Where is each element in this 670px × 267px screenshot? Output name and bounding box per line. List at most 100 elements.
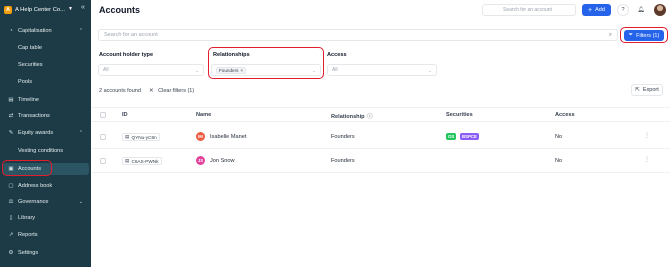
results-count: 2 accounts found xyxy=(99,88,141,94)
table-row[interactable]: ▤ C6AS-PWNk JS Jon Snow Founders No ⋮ xyxy=(91,149,670,173)
chevron-up-icon: ⌃ xyxy=(78,130,83,136)
sidebar-item-label: Settings xyxy=(18,250,39,256)
plus-icon: + xyxy=(588,6,593,14)
select-all-checkbox[interactable] xyxy=(100,112,106,118)
export-label: Export xyxy=(642,87,659,93)
account-id-value: C6AS-PWNk xyxy=(131,158,159,164)
row-menu-icon[interactable]: ⋮ xyxy=(644,132,650,139)
calendar-icon: ▤ xyxy=(8,97,14,103)
account-id[interactable]: ▤ QYNu-yC8n xyxy=(122,133,160,141)
holder-type-select[interactable]: All ⌄ xyxy=(98,64,204,76)
holder-type-value: All xyxy=(103,67,109,73)
add-button-label: Add xyxy=(595,7,605,13)
sidebar-item-label: Library xyxy=(18,215,36,221)
global-search-input[interactable]: Search for an account xyxy=(482,4,576,16)
help-icon[interactable]: ? xyxy=(617,4,629,16)
governance-icon: ⚖ xyxy=(8,199,14,205)
org-logo: A xyxy=(4,6,12,14)
access-value: All xyxy=(332,67,338,73)
relationship-cell: Founders xyxy=(331,134,355,140)
id-card-icon: ▤ xyxy=(125,134,130,139)
sidebar-item-vesting-conditions[interactable]: Vesting conditions xyxy=(3,145,89,157)
sidebar-item-governance[interactable]: ⚖ Governance ⌄ xyxy=(3,196,89,208)
sidebar-item-cap-table[interactable]: Cap table xyxy=(3,42,89,54)
access-cell: No xyxy=(555,158,563,164)
sidebar-item-label: Governance xyxy=(18,199,49,205)
clear-filters-label: Clear filters (1) xyxy=(158,88,195,94)
sidebar-item-label: Capitalisation xyxy=(18,28,52,34)
account-search-input[interactable]: Search for an account ⌕ xyxy=(98,29,618,41)
sidebar-item-label: Transactions xyxy=(18,113,50,119)
clear-filters-button[interactable]: ✕ Clear filters (1) xyxy=(149,88,194,94)
pie-chart-icon: ◔ xyxy=(9,28,13,34)
org-switcher[interactable]: A A Help Center Co... ▼ « xyxy=(4,4,90,16)
transactions-icon: ⇄ xyxy=(8,113,14,119)
account-search-placeholder: Search for an account xyxy=(104,32,158,38)
chevron-up-icon: ⌃ xyxy=(78,28,83,34)
row-checkbox[interactable] xyxy=(100,134,106,140)
relationship-cell: Founders xyxy=(331,158,355,164)
sidebar-item-securities[interactable]: Securities xyxy=(3,59,89,71)
sidebar-item-label: Cap table xyxy=(18,45,42,51)
sidebar-item-timeline[interactable]: ▤ Timeline xyxy=(3,94,89,106)
address-book-icon: ▢ xyxy=(8,183,14,189)
collapse-sidebar-icon[interactable]: « xyxy=(81,4,85,11)
account-id-value: QYNu-yC8n xyxy=(131,134,157,140)
sidebar-item-label: Securities xyxy=(18,62,43,68)
caret-down-icon[interactable]: ▼ xyxy=(68,6,73,12)
sidebar-item-address-book[interactable]: ▢ Address book xyxy=(3,180,89,192)
column-relationship-label: Relationship xyxy=(331,114,365,120)
accounts-highlight xyxy=(2,160,52,176)
sidebar-item-equity-awards[interactable]: ✎ Equity awards ⌃ xyxy=(3,127,89,139)
table-header: ID Name Relationship ⓘ Securities Access xyxy=(91,107,670,122)
org-name: A Help Center Co... xyxy=(15,7,65,13)
library-icon: ▯ xyxy=(9,215,13,221)
column-relationship[interactable]: Relationship ⓘ xyxy=(331,112,373,120)
column-id[interactable]: ID xyxy=(122,112,128,118)
sidebar-item-reports[interactable]: ↗ Reports xyxy=(3,229,89,241)
export-button[interactable]: ⇱ Export xyxy=(631,84,663,96)
gear-icon: ⚙ xyxy=(8,250,14,256)
account-name[interactable]: Isabelle Manet xyxy=(210,134,246,140)
page-title: Accounts xyxy=(99,5,141,15)
holder-type-label: Account holder type xyxy=(99,52,154,58)
security-badge-bspce: BSPCE xyxy=(460,133,479,140)
sidebar-item-label: Vesting conditions xyxy=(18,148,64,154)
sidebar-item-library[interactable]: ▯ Library xyxy=(3,212,89,224)
account-name[interactable]: Jon Snow xyxy=(210,158,235,164)
close-icon: ✕ xyxy=(149,88,154,94)
sidebar-item-transactions[interactable]: ⇄ Transactions xyxy=(3,110,89,122)
sidebar-item-pools[interactable]: Pools xyxy=(3,76,89,88)
chevron-down-icon: ⌄ xyxy=(195,68,199,73)
bell-icon[interactable]: 🔔︎ xyxy=(635,4,647,16)
row-menu-icon[interactable]: ⋮ xyxy=(644,156,650,163)
filters-highlight xyxy=(620,27,668,43)
sidebar-item-label: Pools xyxy=(18,79,32,85)
id-card-icon: ▤ xyxy=(125,158,130,163)
user-avatar[interactable] xyxy=(654,4,666,16)
search-icon: ⌕ xyxy=(608,32,612,38)
access-select[interactable]: All ⌄ xyxy=(327,64,437,76)
security-badge-os: OS xyxy=(446,133,457,140)
info-icon[interactable]: ⓘ xyxy=(367,114,373,120)
column-access[interactable]: Access xyxy=(555,112,575,118)
chevron-down-icon: ⌄ xyxy=(428,68,432,73)
relationships-highlight xyxy=(208,47,324,79)
column-name[interactable]: Name xyxy=(196,112,211,118)
row-checkbox[interactable] xyxy=(100,158,106,164)
account-id[interactable]: ▤ C6AS-PWNk xyxy=(122,157,162,165)
add-button[interactable]: + Add xyxy=(582,4,611,16)
sidebar-item-label: Reports xyxy=(18,232,38,238)
table-row[interactable]: ▤ QYNu-yC8n IM Isabelle Manet Founders O… xyxy=(91,125,670,149)
sidebar-item-label: Timeline xyxy=(18,97,39,103)
column-securities[interactable]: Securities xyxy=(446,112,473,118)
main-content: Accounts Search for an account + Add ? 🔔… xyxy=(91,0,670,267)
sidebar: A A Help Center Co... ▼ « ◔ Capitalisati… xyxy=(0,0,91,267)
export-icon: ⇱ xyxy=(635,87,640,93)
sidebar-item-capitalisation[interactable]: ◔ Capitalisation ⌃ xyxy=(3,25,89,37)
sidebar-item-settings[interactable]: ⚙ Settings xyxy=(3,247,89,259)
award-icon: ✎ xyxy=(8,130,14,136)
access-cell: No xyxy=(555,134,563,140)
chevron-down-icon: ⌄ xyxy=(78,199,83,205)
avatar: IM xyxy=(196,132,205,141)
